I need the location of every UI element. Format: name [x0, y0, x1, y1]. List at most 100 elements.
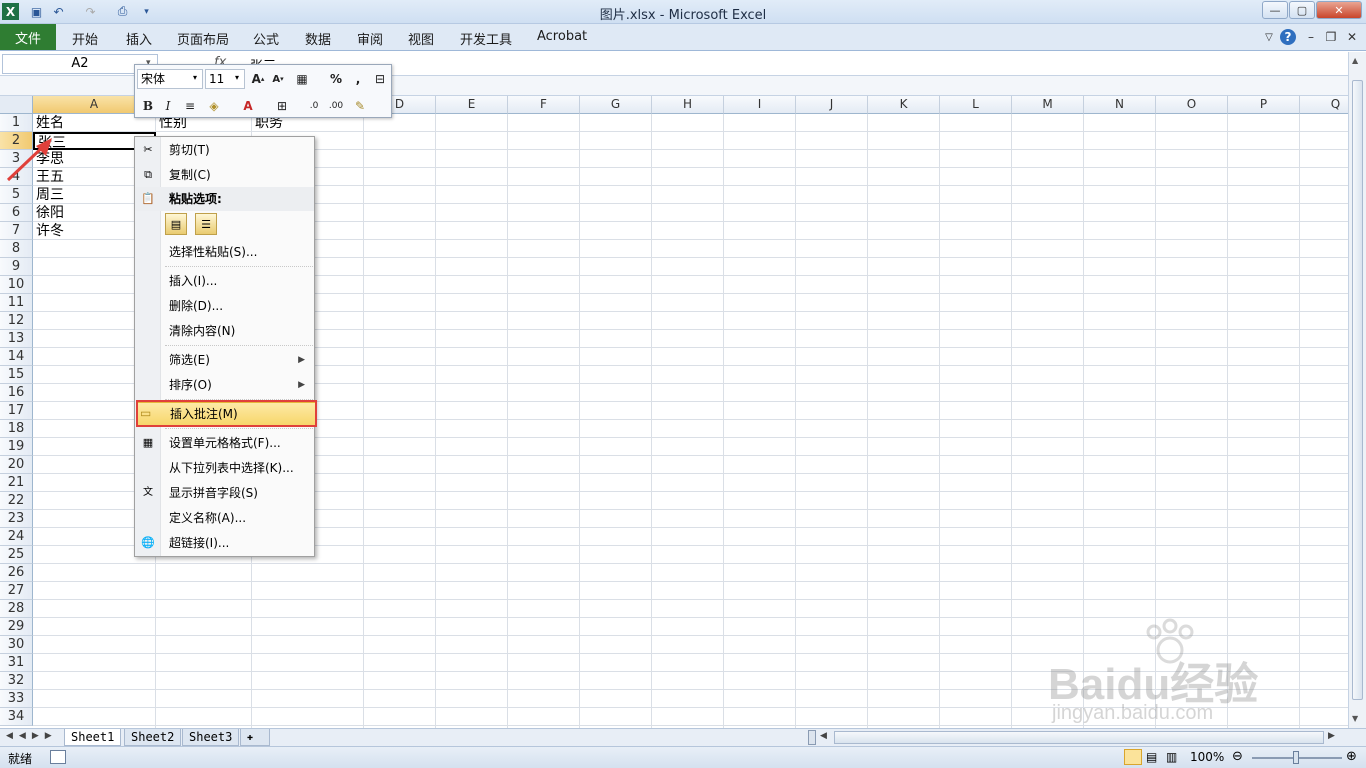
macro-record-icon[interactable]	[50, 750, 66, 764]
menu-delete[interactable]: 删除(D)...	[135, 294, 314, 318]
menu-pick-from-list[interactable]: 从下拉列表中选择(K)...	[135, 456, 314, 480]
paste-values-icon[interactable]: ☰	[195, 213, 217, 235]
percent-style-icon[interactable]: %	[327, 70, 345, 88]
vertical-scrollbar[interactable]: ▲ ▼	[1348, 52, 1366, 728]
row-header[interactable]: 20	[0, 456, 33, 474]
bold-icon[interactable]: B	[139, 97, 157, 115]
menu-define-name[interactable]: 定义名称(A)...	[135, 506, 314, 530]
format-painter-icon[interactable]: ✎	[351, 97, 369, 115]
menu-hyperlink[interactable]: 🌐 超链接(I)...	[135, 531, 314, 555]
font-size-dropdown-icon[interactable]: ▾	[235, 73, 239, 82]
column-header[interactable]: F	[508, 96, 580, 114]
horizontal-scroll-thumb[interactable]	[834, 731, 1324, 744]
column-header[interactable]: O	[1156, 96, 1228, 114]
row-header[interactable]: 21	[0, 474, 33, 492]
menu-filter[interactable]: 筛选(E) ▶	[135, 348, 314, 372]
row-header[interactable]: 5	[0, 186, 33, 204]
menu-clear-contents[interactable]: 清除内容(N)	[135, 319, 314, 343]
row-header[interactable]: 29	[0, 618, 33, 636]
center-align-icon[interactable]: ≡	[181, 97, 199, 115]
column-header[interactable]: Q	[1300, 96, 1348, 114]
row-header[interactable]: 28	[0, 600, 33, 618]
tab-formulas[interactable]: 公式	[253, 29, 279, 48]
font-color-icon[interactable]: A	[239, 97, 257, 115]
grow-font-icon[interactable]: A ▴	[249, 70, 267, 88]
paste-icon[interactable]: ▤	[165, 213, 187, 235]
tab-acrobat[interactable]: Acrobat	[537, 29, 587, 44]
vertical-scroll-thumb[interactable]	[1352, 80, 1363, 700]
row-header[interactable]: 1	[0, 114, 33, 132]
tab-split-handle[interactable]	[808, 730, 816, 745]
row-header[interactable]: 30	[0, 636, 33, 654]
column-header[interactable]: P	[1228, 96, 1300, 114]
sheet-tab-sheet3[interactable]: Sheet3	[182, 729, 240, 746]
tab-page-layout[interactable]: 页面布局	[177, 29, 229, 48]
zoom-level[interactable]: 100%	[1190, 750, 1224, 764]
tab-review[interactable]: 审阅	[357, 29, 383, 48]
italic-icon[interactable]: I	[159, 97, 177, 115]
column-header[interactable]: J	[796, 96, 868, 114]
page-break-view-icon[interactable]: ▥	[1166, 750, 1177, 764]
workbook-minimize-icon[interactable]: –	[1302, 28, 1320, 46]
row-header[interactable]: 13	[0, 330, 33, 348]
maximize-button[interactable]: ▢	[1289, 1, 1315, 19]
shrink-font-icon[interactable]: A ▾	[269, 70, 287, 88]
zoom-in-icon[interactable]: ⊕	[1346, 749, 1357, 764]
merge-center-icon[interactable]: ⊟	[371, 70, 389, 88]
tab-view[interactable]: 视图	[408, 29, 434, 48]
row-header[interactable]: 31	[0, 654, 33, 672]
row-header[interactable]: 10	[0, 276, 33, 294]
row-header[interactable]: 11	[0, 294, 33, 312]
menu-paste-special[interactable]: 选择性粘贴(S)...	[135, 240, 314, 264]
row-header[interactable]: 9	[0, 258, 33, 276]
hscroll-right-icon[interactable]: ▶	[1328, 731, 1335, 741]
menu-cut[interactable]: ✂ 剪切(T)	[135, 138, 314, 162]
ribbon-collapse-icon[interactable]: ▽	[1260, 28, 1278, 46]
tab-home[interactable]: 开始	[72, 29, 98, 48]
sheet-tab-sheet1[interactable]: Sheet1	[64, 729, 122, 746]
column-header[interactable]: K	[868, 96, 940, 114]
row-header[interactable]: 26	[0, 564, 33, 582]
sheet-tab-sheet2[interactable]: Sheet2	[124, 729, 182, 746]
workbook-restore-icon[interactable]: ❐	[1322, 28, 1340, 46]
minimize-button[interactable]: —	[1262, 1, 1288, 19]
select-all-corner[interactable]	[0, 96, 33, 114]
normal-view-icon[interactable]	[1124, 749, 1142, 765]
column-header[interactable]: G	[580, 96, 652, 114]
font-name-dropdown-icon[interactable]: ▾	[193, 73, 197, 82]
tab-data[interactable]: 数据	[305, 29, 331, 48]
menu-show-phonetic[interactable]: 文显示拼音字段(S)	[135, 481, 314, 505]
row-header[interactable]: 15	[0, 366, 33, 384]
column-header[interactable]: M	[1012, 96, 1084, 114]
row-header[interactable]: 18	[0, 420, 33, 438]
close-button[interactable]: ✕	[1316, 1, 1362, 19]
decrease-decimal-icon[interactable]: .00	[327, 97, 345, 115]
fill-color-icon[interactable]: ◈	[205, 97, 223, 115]
menu-copy[interactable]: ⧉ 复制(C)	[135, 163, 314, 187]
help-icon[interactable]: ?	[1280, 29, 1296, 45]
row-header[interactable]: 32	[0, 672, 33, 690]
workbook-close-icon[interactable]: ✕	[1343, 28, 1361, 46]
menu-format-cells[interactable]: ▦ 设置单元格格式(F)...	[135, 431, 314, 455]
row-header[interactable]: 8	[0, 240, 33, 258]
row-header[interactable]: 16	[0, 384, 33, 402]
hscroll-left-icon[interactable]: ◀	[820, 731, 827, 741]
column-header[interactable]: E	[436, 96, 508, 114]
row-header[interactable]: 17	[0, 402, 33, 420]
row-header[interactable]: 24	[0, 528, 33, 546]
row-header[interactable]: 7	[0, 222, 33, 240]
zoom-slider-thumb[interactable]	[1293, 751, 1299, 764]
zoom-out-icon[interactable]: ⊖	[1232, 749, 1243, 764]
page-layout-view-icon[interactable]: ▤	[1146, 750, 1157, 764]
column-header[interactable]: N	[1084, 96, 1156, 114]
menu-insert[interactable]: 插入(I)...	[135, 269, 314, 293]
row-header[interactable]: 22	[0, 492, 33, 510]
row-header[interactable]: 14	[0, 348, 33, 366]
sheet-nav-arrows-icon[interactable]: ◀◀▶▶	[6, 731, 58, 741]
tab-insert[interactable]: 插入	[126, 29, 152, 48]
column-header[interactable]: H	[652, 96, 724, 114]
row-header[interactable]: 25	[0, 546, 33, 564]
row-header[interactable]: 19	[0, 438, 33, 456]
column-header[interactable]: L	[940, 96, 1012, 114]
tab-developer[interactable]: 开发工具	[460, 29, 512, 48]
